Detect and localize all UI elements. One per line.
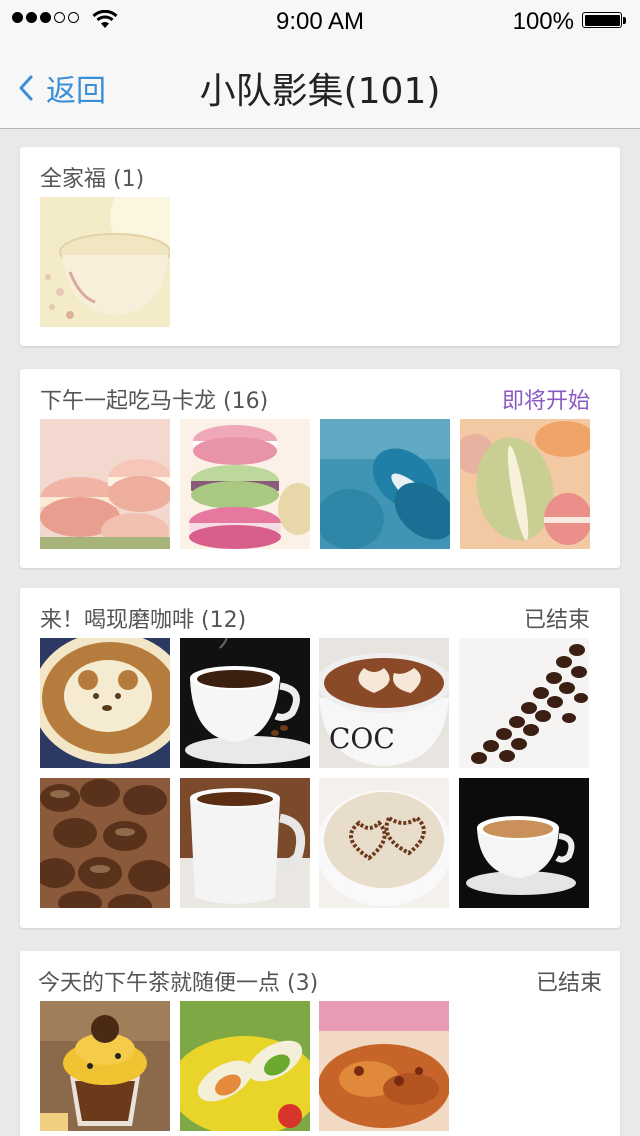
photo-thumbnail[interactable] [40,778,170,908]
battery-percent: 100% [512,8,574,35]
photo-thumbnail[interactable] [459,638,589,768]
status-bar: 9:00 AM 100% [0,0,640,40]
photo-thumbnail[interactable] [180,638,310,768]
photo-thumbnail[interactable] [460,419,590,549]
battery-icon [582,12,628,30]
status-badge: 已结束 [535,971,602,996]
album-title: 全家福 (1) [40,167,145,192]
svg-text:COC: COC [329,722,395,755]
album-title: 今天的下午茶就随便一点 (3) [38,971,319,996]
album-card[interactable]: 下午一起吃马卡龙 (16) 即将开始 [20,369,620,568]
photo-thumbnail[interactable] [320,419,450,549]
album-card[interactable]: 全家福 (1) [20,147,620,346]
photo-thumbnail[interactable] [40,1001,170,1131]
album-title: 下午一起吃马卡龙 (16) [40,389,269,414]
album-card[interactable]: 来！喝现磨咖啡 (12) 已结束 COC [20,588,620,928]
photo-thumbnail[interactable]: COC [319,638,449,768]
album-list[interactable]: 全家福 (1) 下午一起吃马卡龙 (16) 即将开始 来！喝现磨咖啡 (12) … [0,129,640,1136]
album-card[interactable]: 今天的下午茶就随便一点 (3) 已结束 [20,951,620,1136]
status-badge: 已结束 [523,608,590,633]
photo-thumbnail[interactable] [40,197,170,327]
navigation-bar: 返回 小队影集(101) [0,40,640,129]
photo-thumbnail[interactable] [40,638,170,768]
photo-thumbnail[interactable] [319,778,449,908]
photo-thumbnail[interactable] [180,419,310,549]
photo-thumbnail[interactable] [319,1001,449,1131]
photo-thumbnail[interactable] [459,778,589,908]
photo-thumbnail[interactable] [40,419,170,549]
page-title: 小队影集(101) [199,71,441,112]
album-title: 来！喝现磨咖啡 (12) [40,608,247,633]
photo-thumbnail[interactable] [180,1001,310,1131]
photo-thumbnail[interactable] [180,778,310,908]
status-badge: 即将开始 [501,389,590,414]
